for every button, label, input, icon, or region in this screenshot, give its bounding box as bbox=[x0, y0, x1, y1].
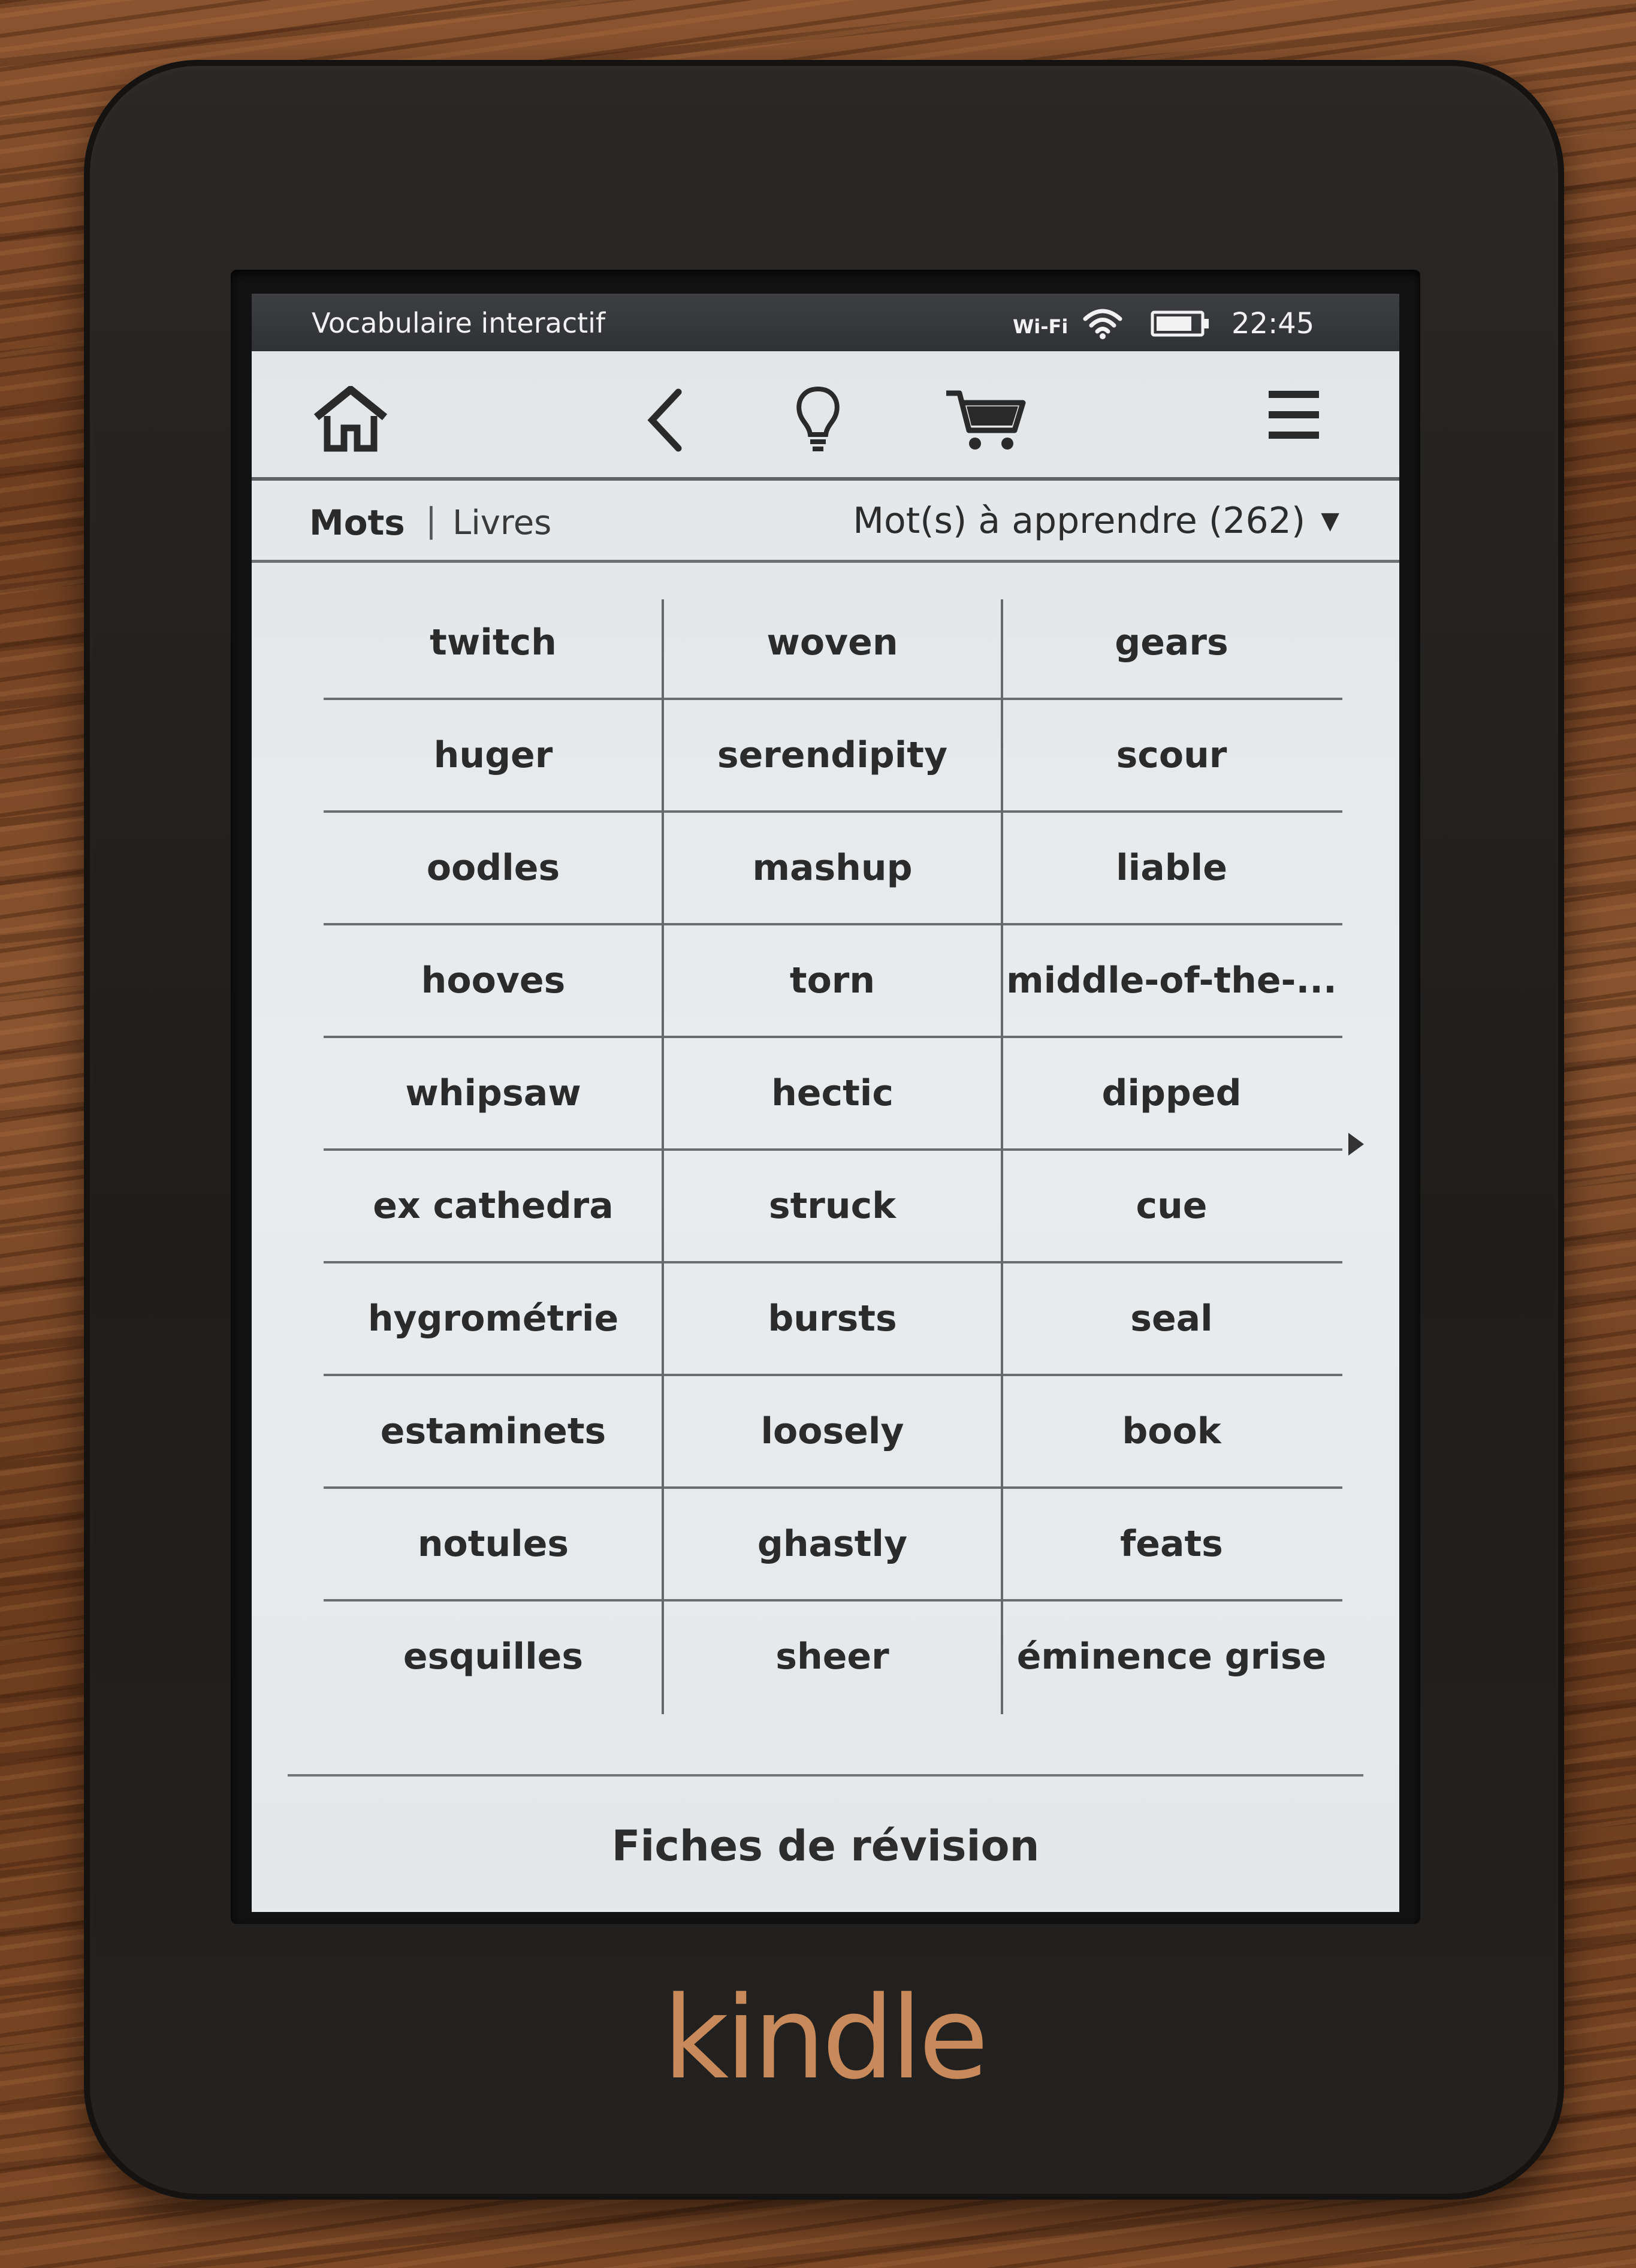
app-title: Vocabulaire interactif bbox=[312, 307, 606, 339]
filter-dropdown[interactable]: Mot(s) à apprendre (262) ▼ bbox=[853, 500, 1339, 542]
word-cell[interactable]: loosely bbox=[663, 1376, 1002, 1486]
flashcards-button[interactable]: Fiches de révision bbox=[252, 1810, 1399, 1882]
word-row: esquilles sheer éminence grise bbox=[324, 1602, 1342, 1714]
filter-label: Mot(s) à apprendre (262) bbox=[853, 500, 1306, 542]
word-cell[interactable]: ex cathedra bbox=[324, 1151, 663, 1261]
word-grid: twitch woven gears huger serendipity sco… bbox=[324, 587, 1342, 1714]
word-cell[interactable]: twitch bbox=[324, 587, 663, 698]
word-row: estaminets loosely book bbox=[324, 1376, 1342, 1489]
chevron-down-icon: ▼ bbox=[1321, 507, 1339, 535]
kindle-logo: kindle bbox=[663, 1972, 989, 2104]
word-cell[interactable]: ghastly bbox=[663, 1489, 1002, 1599]
toolbar bbox=[252, 351, 1399, 481]
word-cell[interactable]: woven bbox=[663, 587, 1002, 698]
word-row: notules ghastly feats bbox=[324, 1489, 1342, 1602]
kindle-device: Vocabulaire interactif Wi-Fi 22:45 Mots … bbox=[84, 60, 1564, 2200]
clock: 22:45 bbox=[1231, 307, 1315, 340]
home-icon[interactable] bbox=[312, 384, 390, 454]
word-cell[interactable]: book bbox=[1002, 1376, 1341, 1486]
word-cell[interactable]: estaminets bbox=[324, 1376, 663, 1486]
word-cell[interactable]: hygrométrie bbox=[324, 1263, 663, 1374]
word-row: ex cathedra struck cue bbox=[324, 1151, 1342, 1263]
word-cell[interactable]: hectic bbox=[663, 1038, 1002, 1148]
word-cell[interactable]: sheer bbox=[663, 1602, 1002, 1712]
next-page-arrow-icon[interactable] bbox=[1348, 1133, 1364, 1156]
word-cell[interactable]: middle-of-the-... bbox=[1002, 925, 1341, 1036]
word-row: whipsaw hectic dipped bbox=[324, 1038, 1342, 1151]
word-row: huger serendipity scour bbox=[324, 700, 1342, 813]
word-cell[interactable]: mashup bbox=[663, 813, 1002, 923]
column-divider bbox=[662, 599, 664, 1714]
word-row: oodles mashup liable bbox=[324, 813, 1342, 925]
word-cell[interactable]: oodles bbox=[324, 813, 663, 923]
word-cell[interactable]: feats bbox=[1002, 1489, 1341, 1599]
word-cell[interactable]: scour bbox=[1002, 700, 1341, 810]
column-divider bbox=[1001, 599, 1003, 1714]
word-cell[interactable]: esquilles bbox=[324, 1602, 663, 1712]
view-tabs: Mots | Livres Mot(s) à apprendre (262) ▼ bbox=[252, 481, 1399, 563]
status-bar: Vocabulaire interactif Wi-Fi 22:45 bbox=[252, 294, 1399, 351]
e-ink-screen: Vocabulaire interactif Wi-Fi 22:45 Mots … bbox=[252, 294, 1399, 1912]
word-cell[interactable]: bursts bbox=[663, 1263, 1002, 1374]
tab-separator: | bbox=[425, 501, 437, 540]
footer-divider bbox=[288, 1774, 1363, 1777]
word-cell[interactable]: cue bbox=[1002, 1151, 1341, 1261]
word-cell[interactable]: serendipity bbox=[663, 700, 1002, 810]
word-cell[interactable]: hooves bbox=[324, 925, 663, 1036]
word-cell[interactable]: huger bbox=[324, 700, 663, 810]
word-cell[interactable]: éminence grise bbox=[1002, 1602, 1341, 1712]
tab-books[interactable]: Livres bbox=[452, 503, 551, 542]
screen-bezel: Vocabulaire interactif Wi-Fi 22:45 Mots … bbox=[231, 270, 1420, 1924]
word-cell[interactable]: torn bbox=[663, 925, 1002, 1036]
word-cell[interactable]: struck bbox=[663, 1151, 1002, 1261]
word-cell[interactable]: seal bbox=[1002, 1263, 1341, 1374]
back-icon[interactable] bbox=[641, 387, 689, 456]
menu-icon[interactable] bbox=[1267, 388, 1321, 445]
lightbulb-icon[interactable] bbox=[791, 384, 845, 456]
word-row: hooves torn middle-of-the-... bbox=[324, 925, 1342, 1038]
word-row: hygrométrie bursts seal bbox=[324, 1263, 1342, 1376]
word-cell[interactable]: notules bbox=[324, 1489, 663, 1599]
tab-words[interactable]: Mots bbox=[309, 502, 405, 543]
word-cell[interactable]: whipsaw bbox=[324, 1038, 663, 1148]
wifi-label: Wi-Fi bbox=[1013, 315, 1068, 338]
word-cell[interactable]: liable bbox=[1002, 813, 1341, 923]
battery-icon bbox=[1151, 310, 1211, 339]
word-cell[interactable]: dipped bbox=[1002, 1038, 1341, 1148]
word-row: twitch woven gears bbox=[324, 587, 1342, 700]
wifi-signal-icon bbox=[1082, 306, 1124, 342]
word-cell[interactable]: gears bbox=[1002, 587, 1341, 698]
cart-icon[interactable] bbox=[944, 387, 1028, 456]
